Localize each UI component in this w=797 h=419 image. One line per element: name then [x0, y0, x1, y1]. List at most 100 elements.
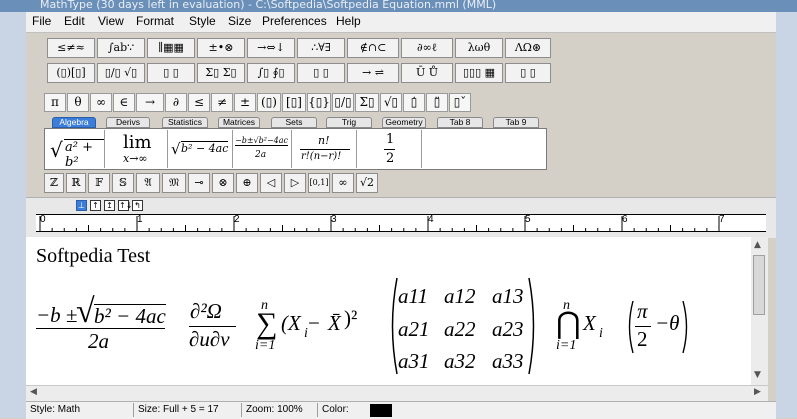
symbol-infinity-small[interactable]: ∞	[332, 173, 354, 193]
symbol-partial[interactable]: ∂	[165, 93, 187, 112]
template-radical-sum[interactable]: √ a² + b²	[46, 130, 105, 170]
tab-stop-left-button[interactable]: ⊥	[76, 200, 87, 211]
palette-relations[interactable]: ≤≠≈	[47, 38, 95, 58]
scroll-left-icon[interactable]: ◀	[30, 387, 37, 397]
equation-editor[interactable]: Softpedia Test −b ± √ b² − 4ac 2a ∂²Ω ∂u…	[26, 237, 751, 385]
paren-tail: −θ	[655, 311, 680, 335]
template-half-numerator: 1	[386, 132, 395, 147]
tab-8[interactable]: Tab 8	[437, 117, 483, 128]
symbol-reals[interactable]: ℝ	[66, 173, 86, 193]
window-title: MathType (30 days left in evaluation) - …	[40, 0, 497, 11]
tab-sets[interactable]: Sets	[271, 117, 317, 128]
symbol-integers[interactable]: ℤ	[44, 173, 64, 193]
template-limit[interactable]: lim x→∞	[105, 130, 168, 168]
palette-bars[interactable]: ▯ ▯	[297, 63, 345, 83]
menu-format[interactable]: Format	[136, 14, 174, 28]
palette-products[interactable]: Ū Ů	[401, 63, 453, 83]
palette-matrices[interactable]: ▯▯▯ ▦	[455, 63, 503, 83]
palette-embellishments[interactable]: ∥▦▦	[147, 38, 195, 58]
palette-sums[interactable]: Σ▯ Σ▯	[197, 63, 245, 83]
symbol-radical[interactable]: √▯	[380, 93, 402, 112]
ruler-number: 2	[234, 214, 240, 225]
symbol-fraction[interactable]: ▯/▯	[332, 93, 354, 112]
symbol-interval[interactable]: [0,1]	[308, 173, 330, 193]
horizontal-scrollbar[interactable]: ◀ ▶	[26, 385, 768, 401]
symbol-infinity[interactable]: ∞	[90, 93, 112, 112]
symbol-fraktur-m[interactable]: 𝔐	[162, 173, 186, 193]
menu-edit[interactable]: Edit	[64, 14, 85, 28]
palette-misc[interactable]: ∂∞ℓ	[401, 38, 453, 58]
scroll-right-icon[interactable]: ▶	[754, 387, 761, 397]
menu-size[interactable]: Size	[228, 14, 251, 28]
tab-stop-decimal-button[interactable]: ↰	[132, 200, 143, 211]
menu-file[interactable]: File	[32, 14, 51, 28]
symbol-plusminus[interactable]: ±	[234, 93, 256, 112]
palette-sets[interactable]: ∉∩⊂	[347, 38, 399, 58]
menu-help[interactable]: Help	[336, 14, 361, 28]
ruler[interactable]: 0 1 2 3 4 5 6 7	[36, 214, 766, 232]
palette-labeled-arrows[interactable]: → ⇌	[347, 63, 399, 83]
tab-algebra[interactable]: Algebra	[52, 117, 96, 128]
symbol-multimap[interactable]: ⊸	[188, 173, 210, 193]
tab-9[interactable]: Tab 9	[493, 117, 539, 128]
palette-fences[interactable]: (▯)[▯]	[47, 63, 95, 83]
tab-matrices[interactable]: Matrices	[218, 117, 260, 128]
palette-greek-lower[interactable]: λωθ	[455, 38, 503, 58]
ruler-number: 4	[428, 214, 434, 225]
tab-stop-relation-button[interactable]: ↑↓	[118, 200, 132, 211]
symbol-pi[interactable]: π	[44, 93, 66, 112]
template-discriminant[interactable]: √ b² − 4ac	[168, 130, 233, 168]
symbol-element-of[interactable]: ∈	[113, 93, 135, 112]
symbol-neq[interactable]: ≠	[211, 93, 233, 112]
palette-boxes[interactable]: ▯ ▯	[505, 63, 551, 83]
fraction-bar	[300, 149, 350, 150]
symbol-right-triangle[interactable]: ▷	[284, 173, 306, 193]
palette-spaces[interactable]: ∫ab∵	[97, 38, 145, 58]
tab-trig[interactable]: Trig	[326, 117, 372, 128]
template-half[interactable]: 1 2	[357, 130, 422, 168]
vertical-scroll-thumb[interactable]	[753, 255, 765, 315]
palette-logic[interactable]: ∴∀∃	[297, 38, 345, 58]
vertical-scrollbar[interactable]: ▲ ▼	[751, 237, 768, 385]
tab-stop-center-button[interactable]: ↑	[90, 200, 101, 211]
symbol-arrow[interactable]: →	[136, 93, 164, 112]
symbol-left-triangle[interactable]: ◁	[260, 173, 282, 193]
symbol-brackets[interactable]: [▯]	[282, 93, 306, 112]
symbol-braces[interactable]: {▯}	[307, 93, 331, 112]
template-combination[interactable]: n! r!(n−r)!	[292, 130, 357, 168]
symbol-sqrt-two[interactable]: √2	[356, 173, 378, 193]
tab-derivs[interactable]: Derivs	[106, 117, 150, 128]
symbol-fraktur-a[interactable]: 𝔄	[136, 173, 160, 193]
menu-style[interactable]: Style	[189, 14, 216, 28]
palette-subscripts[interactable]: ▯ ▯	[147, 63, 195, 83]
symbol-sum[interactable]: Σ▯	[355, 93, 379, 112]
template-quadratic[interactable]: −b±√b²−4ac 2a	[233, 130, 292, 168]
symbol-leq[interactable]: ≤	[188, 93, 210, 112]
ruler-number: 7	[719, 214, 725, 225]
symbol-theta[interactable]: θ	[67, 93, 89, 112]
tab-stop-right-button[interactable]: ↥	[104, 200, 115, 211]
menu-view[interactable]: View	[98, 14, 124, 28]
quadratic-denominator: 2a	[88, 329, 109, 353]
title-bar: MathType (30 days left in evaluation) - …	[0, 0, 797, 12]
symbol-oplus[interactable]: ⊕	[236, 173, 258, 193]
matrix-cell: a22	[444, 317, 476, 341]
symbol-double-dot-accent[interactable]: ▯̈	[426, 93, 448, 112]
tab-statistics[interactable]: Statistics	[162, 117, 208, 128]
symbol-parentheses[interactable]: (▯)	[257, 93, 281, 112]
palette-operators[interactable]: ±•⊗	[197, 38, 245, 58]
tab-geometry[interactable]: Geometry	[382, 117, 426, 128]
palette-arrows[interactable]: →⇔↓	[247, 38, 295, 58]
symbol-caron-accent[interactable]: ▯ˇ	[449, 93, 471, 112]
palette-fractions-radicals[interactable]: ▯/▯ √▯	[97, 63, 145, 83]
status-color-swatch[interactable]	[370, 404, 392, 417]
scroll-down-icon[interactable]: ▼	[754, 370, 761, 380]
symbol-dot-accent[interactable]: ▯̇	[403, 93, 425, 112]
symbol-fraktur-f[interactable]: 𝔽	[88, 173, 110, 193]
palette-greek-upper[interactable]: ΛΩ⊛	[505, 38, 551, 58]
scroll-up-icon[interactable]: ▲	[754, 240, 761, 250]
palette-integrals[interactable]: ∫▯ ∮▯	[247, 63, 295, 83]
menu-preferences[interactable]: Preferences	[262, 14, 327, 28]
symbol-otimes[interactable]: ⊗	[212, 173, 234, 193]
symbol-double-s[interactable]: 𝕊	[112, 173, 134, 193]
